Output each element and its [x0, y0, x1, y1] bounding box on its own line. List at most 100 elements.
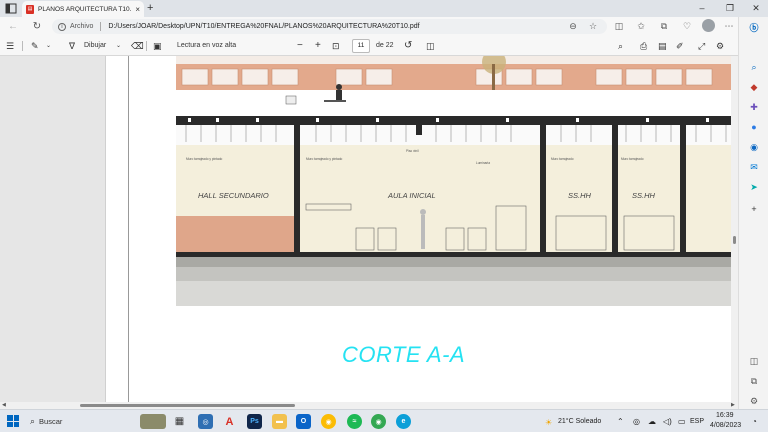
scroll-left-icon[interactable]: ◀	[2, 402, 6, 408]
draw-button[interactable]: Dibujar	[84, 40, 106, 52]
horizontal-scroll-thumb[interactable]	[80, 404, 295, 407]
sidebar-settings-icon[interactable]: ⚙	[748, 395, 760, 407]
tab-strip: ▤ PLANOS ARQUITECTURA T10.pdf × + – ❐ ✕	[0, 0, 768, 17]
games-icon[interactable]: ●	[748, 121, 760, 133]
telegram-icon[interactable]: ➤	[748, 181, 760, 193]
read-aloud-button[interactable]: Lectura en voz alta	[177, 40, 236, 52]
vertical-scrollbar[interactable]	[731, 56, 738, 402]
taskbar-widget-image[interactable]	[140, 414, 166, 429]
outlook-taskbar-icon[interactable]: O	[296, 414, 311, 429]
address-bar: ← ↻ i Archivo D:/Users/JOAR/Desktop/UPN/…	[0, 17, 768, 36]
tray-chevron-icon[interactable]: ⌃	[617, 417, 624, 426]
settings-gear-icon[interactable]: ⚙	[716, 40, 724, 52]
notifications-icon[interactable]: ◔	[752, 417, 757, 426]
pdf-file-icon: ▤	[26, 4, 34, 14]
tray-app-icon[interactable]: ◎	[633, 417, 640, 426]
spotify-icon[interactable]: ≈	[347, 414, 362, 429]
bing-copilot-icon[interactable]: ⓑ	[748, 22, 760, 34]
refresh-icon[interactable]: ↻	[30, 20, 44, 33]
search-icon: ⌕	[30, 416, 36, 426]
read-aloud-icon[interactable]: ▣	[153, 40, 162, 52]
zoom-in-icon[interactable]: +	[315, 40, 321, 52]
add-sidebar-app-icon[interactable]: +	[748, 203, 760, 215]
tab-title: PLANOS ARQUITECTURA T10.pdf	[38, 5, 132, 13]
scroll-right-icon[interactable]: ▶	[731, 402, 735, 408]
chrome-icon[interactable]: ◉	[321, 414, 336, 429]
file-explorer-icon[interactable]: ▬	[272, 414, 287, 429]
tab-close-icon[interactable]: ×	[135, 5, 140, 14]
fullscreen-icon[interactable]: ⤢	[698, 40, 705, 52]
edge-sidebar: ⓑ ⌕ ◆ ✚ ● ◉ ✉ ➤ + ◫ ⧉ ⚙	[738, 17, 768, 409]
svg-text:Muro tarrajeado: Muro tarrajeado	[551, 157, 574, 161]
task-view-icon[interactable]: ▦	[172, 414, 187, 429]
contents-icon[interactable]: ☰	[6, 40, 14, 52]
tray-network-icon[interactable]: ☁	[648, 417, 656, 426]
pdf-page: Muro tarrajeado y pintado Muro tarrajeado…	[105, 56, 738, 408]
page-number-input[interactable]: 11	[352, 39, 370, 53]
window-close-icon[interactable]: ✕	[748, 2, 764, 14]
svg-text:Muro tarrajeado y pintado: Muro tarrajeado y pintado	[186, 157, 223, 161]
sidebar-search-icon[interactable]: ⌕	[748, 61, 760, 73]
section-drawing: Muro tarrajeado y pintado Muro tarrajeado…	[176, 56, 738, 306]
start-button[interactable]	[7, 415, 19, 427]
page-view-icon[interactable]: ◫	[426, 40, 435, 52]
favorite-star-icon[interactable]: ☆	[586, 20, 600, 33]
page-count: de 22	[376, 42, 394, 49]
clock-time[interactable]: 16:39	[716, 412, 734, 419]
url-text[interactable]: D:/Users/JOAR/Desktop/UPN/T10/ENTREGA%20…	[108, 23, 419, 30]
rotate-icon[interactable]: ↺	[404, 40, 412, 52]
tab-pdf[interactable]: ▤ PLANOS ARQUITECTURA T10.pdf ×	[22, 1, 144, 17]
collections-icon[interactable]: ⧉	[657, 20, 671, 33]
weather-sun-icon: ☀	[545, 418, 553, 427]
info-icon[interactable]: i	[58, 22, 66, 31]
url-field[interactable]: i Archivo D:/Users/JOAR/Desktop/UPN/T10/…	[52, 19, 607, 34]
shopping-icon[interactable]: ◆	[748, 81, 760, 93]
room-label-hall: HALL SECUNDARIO	[198, 191, 269, 200]
new-tab-button[interactable]: +	[147, 2, 153, 14]
tab-actions-button[interactable]	[4, 2, 18, 15]
photoshop-icon[interactable]: Ps	[247, 414, 262, 429]
volume-icon[interactable]: ◁)	[663, 417, 672, 426]
battery-icon[interactable]: ▭	[678, 417, 686, 426]
room-label-sshh-1: SS.HH	[568, 191, 592, 200]
minimize-icon[interactable]: –	[694, 2, 710, 14]
outlook-icon[interactable]: ✉	[748, 161, 760, 173]
taskbar-search[interactable]: ⌕ Buscar	[26, 413, 134, 430]
sidebar-expand-icon[interactable]: ⧉	[748, 375, 760, 387]
print-icon[interactable]: ⎙	[640, 40, 647, 52]
office-icon[interactable]: ◉	[748, 141, 760, 153]
app-icon-1[interactable]: ◎	[198, 414, 213, 429]
svg-text:Piso vinil: Piso vinil	[406, 149, 419, 153]
language-indicator[interactable]: ESP	[690, 418, 704, 425]
draw-dropdown-icon[interactable]: ⌄	[116, 40, 121, 52]
autocad-icon[interactable]: A	[222, 414, 237, 429]
pdf-viewport[interactable]: Muro tarrajeado y pintado Muro tarrajeado…	[0, 56, 738, 408]
chrome-profile-icon[interactable]: ◉	[371, 414, 386, 429]
profile-avatar[interactable]	[702, 19, 715, 32]
draw-icon[interactable]: ∇	[69, 40, 75, 52]
highlight-dropdown-icon[interactable]: ⌄	[46, 40, 51, 52]
weather-text[interactable]: 21°C Soleado	[558, 418, 601, 425]
split-screen-icon[interactable]: ◫	[612, 20, 626, 33]
eraser-icon[interactable]: ⌫	[131, 40, 144, 52]
highlight-icon[interactable]: ✎	[31, 40, 39, 52]
tools-icon[interactable]: ✚	[748, 101, 760, 113]
favorites-icon[interactable]: ✩	[634, 20, 648, 33]
zoom-out-icon[interactable]: −	[297, 40, 303, 52]
sidebar-panel-icon[interactable]: ◫	[748, 355, 760, 367]
horizontal-scrollbar[interactable]: ◀ ▶	[0, 402, 738, 409]
fit-page-icon[interactable]: ⊡	[332, 40, 340, 52]
section-title: CORTE A-A	[342, 342, 466, 367]
search-icon[interactable]: ⌕	[618, 40, 623, 52]
pdf-toolbar: ☰ ✎ ⌄ ∇ Dibujar ⌄ ⌫ ▣ Lectura en voz alt…	[0, 36, 738, 56]
save-icon[interactable]: ▤	[658, 40, 667, 52]
edge-taskbar-icon[interactable]: e	[396, 414, 411, 429]
clock-date[interactable]: 4/08/2023	[710, 422, 741, 429]
save-as-icon[interactable]: ✐	[676, 40, 684, 52]
back-icon[interactable]: ←	[6, 20, 20, 33]
taskbar-search-label: Buscar	[39, 417, 63, 426]
maximize-icon[interactable]: ❐	[722, 2, 738, 14]
browser-essentials-icon[interactable]: ♡	[680, 20, 694, 33]
zoom-icon[interactable]: ⊖	[566, 20, 580, 33]
more-options-icon[interactable]: ⋯	[722, 20, 736, 33]
